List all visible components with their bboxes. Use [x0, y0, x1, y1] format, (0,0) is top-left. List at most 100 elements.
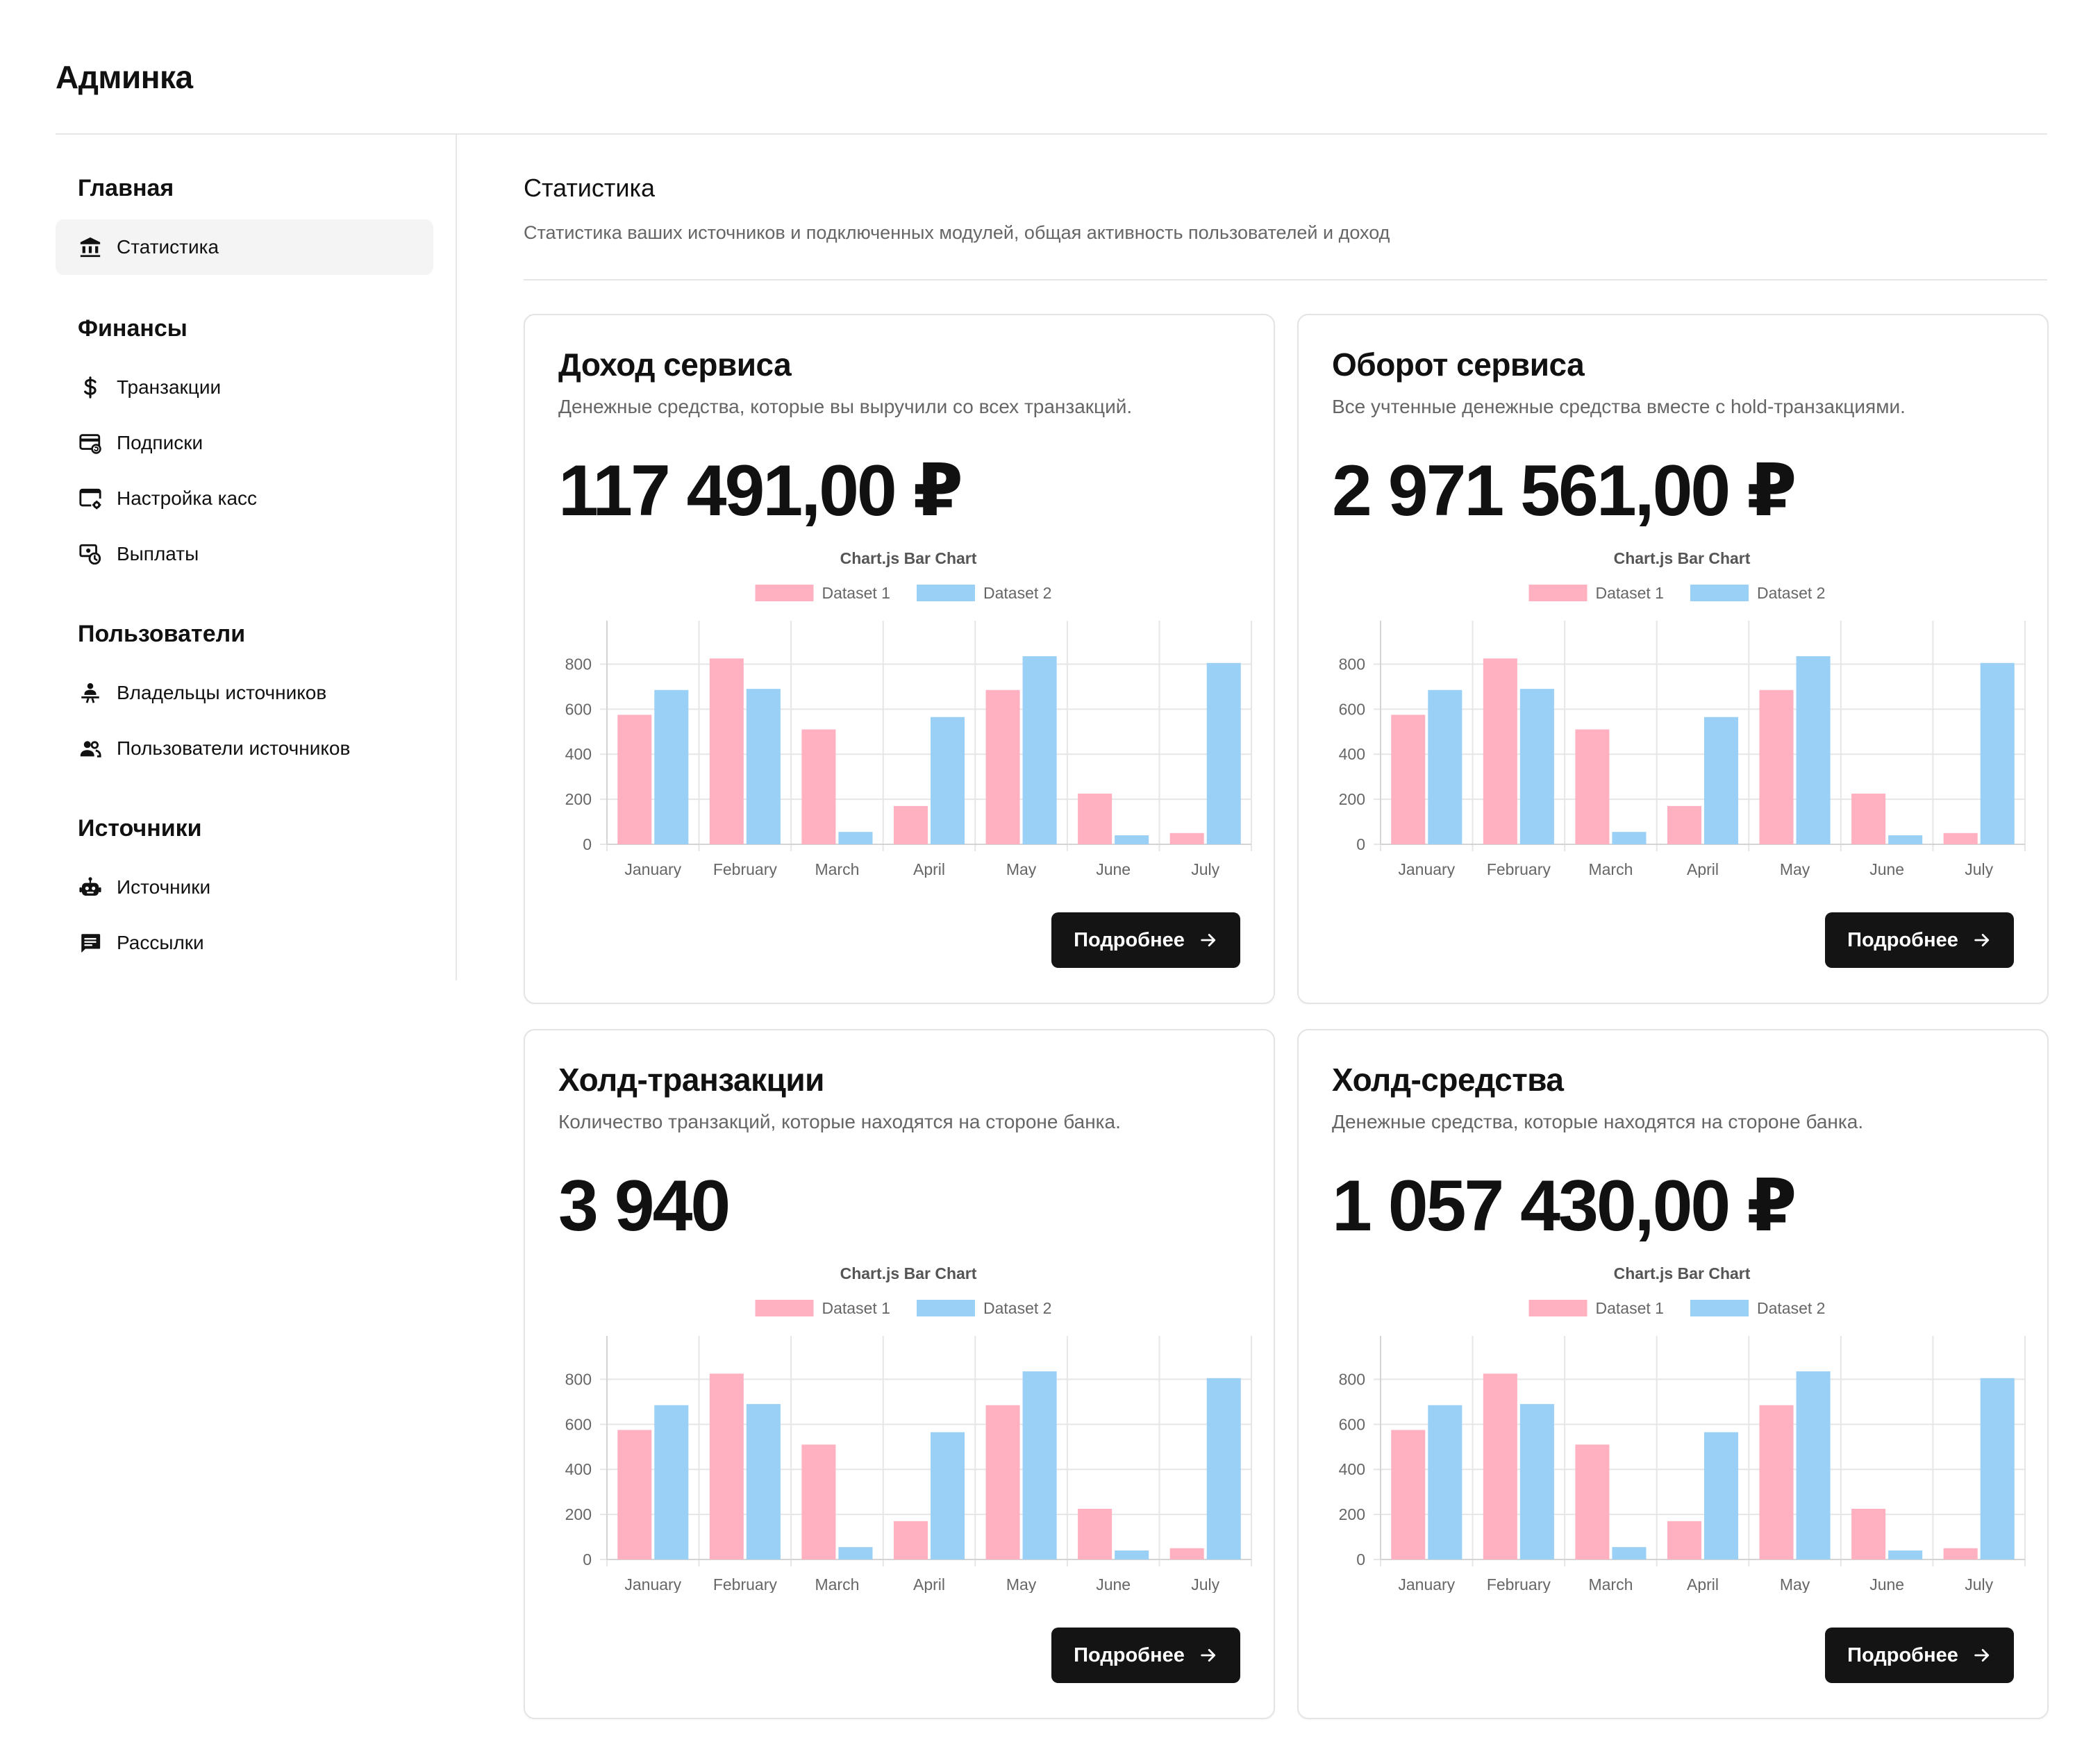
bar — [1115, 835, 1149, 844]
bar — [1206, 662, 1241, 844]
y-tick-label: 600 — [1339, 700, 1365, 718]
x-tick-label: April — [1687, 1575, 1719, 1593]
sidebar-item-source-users[interactable]: Пользователи источников — [56, 721, 433, 776]
legend-swatch — [917, 1300, 975, 1316]
x-tick-label: April — [913, 860, 945, 878]
card-value: 1 057 430,00 ₽ — [1332, 1166, 1797, 1246]
bar — [1115, 1550, 1149, 1559]
y-tick-label: 400 — [565, 1460, 592, 1478]
bar — [1428, 689, 1462, 844]
app-title: Админка — [56, 59, 193, 95]
bar-chart: Chart.js Bar Chart Dataset 1 Dataset 2 0 200… — [1339, 1264, 2026, 1593]
x-tick-label: May — [1006, 860, 1037, 878]
sidebar-item-label: Пользователи источников — [117, 737, 351, 759]
y-tick-label: 800 — [565, 655, 592, 673]
x-tick-label: May — [1006, 1575, 1037, 1593]
legend-label: Dataset 2 — [1757, 1299, 1825, 1317]
legend-label: Dataset 2 — [983, 1299, 1051, 1317]
bar-chart: Chart.js Bar Chart Dataset 1 Dataset 2 0 200… — [565, 549, 1252, 878]
sidebar-item-label: Настройка касс — [117, 487, 258, 509]
bar — [801, 729, 836, 844]
x-tick-label: January — [1398, 1575, 1455, 1593]
sidebar-item-transactions[interactable]: Транзакции — [56, 360, 433, 415]
y-tick-label: 800 — [1339, 1370, 1365, 1388]
bar — [1943, 1548, 1978, 1559]
bar — [746, 689, 781, 844]
y-tick-label: 0 — [583, 835, 592, 853]
details-button-label: Подробнее — [1074, 1643, 1185, 1666]
legend-swatch — [1528, 585, 1588, 601]
bar — [1704, 717, 1739, 844]
robot-icon — [78, 875, 103, 900]
legend-swatch — [755, 585, 814, 601]
card-value: 2 971 561,00 ₽ — [1332, 451, 1797, 531]
bar — [838, 1547, 873, 1559]
sidebar-item-label: Статистика — [117, 236, 219, 258]
sidebar-item-sources[interactable]: Источники — [56, 860, 433, 915]
card-description: Денежные средства, которые находятся на … — [1332, 1111, 1864, 1132]
x-tick-label: March — [1588, 860, 1633, 878]
sidebar-item-statistics[interactable]: Статистика — [56, 219, 433, 275]
bar-chart: Chart.js Bar Chart Dataset 1 Dataset 2 0 200… — [565, 1264, 1252, 1593]
y-tick-label: 200 — [565, 790, 592, 808]
sidebar-section-title-users: Пользователи — [78, 621, 246, 647]
stat-card-hold-funds: Холд-средства Денежные средства, которые… — [1297, 1029, 2049, 1719]
details-button[interactable]: Подробнее — [1825, 1628, 2014, 1683]
x-tick-label: July — [1965, 860, 1993, 878]
chart-title: Chart.js Bar Chart — [1614, 549, 1751, 567]
bar — [1206, 1378, 1241, 1559]
card-title: Холд-средства — [1332, 1062, 1564, 1098]
arrow-right-icon — [1972, 930, 1992, 950]
legend-swatch — [755, 1300, 814, 1316]
bar — [1888, 1550, 1923, 1559]
details-button[interactable]: Подробнее — [1051, 1628, 1240, 1683]
sidebar-item-subscriptions[interactable]: Подписки — [56, 415, 433, 471]
details-button[interactable]: Подробнее — [1825, 912, 2014, 968]
y-tick-label: 400 — [1339, 1460, 1365, 1478]
legend-label: Dataset 1 — [1596, 1299, 1664, 1317]
sidebar-section-title-sources: Источники — [78, 815, 202, 842]
bar — [931, 717, 965, 844]
y-tick-label: 400 — [1339, 745, 1365, 763]
bar — [1704, 1432, 1739, 1559]
bar — [1796, 1371, 1831, 1559]
x-tick-label: February — [1487, 860, 1551, 878]
bar — [893, 805, 928, 844]
y-tick-label: 0 — [583, 1550, 592, 1568]
x-tick-label: May — [1780, 860, 1810, 878]
arrow-right-icon — [1199, 930, 1218, 950]
x-tick-label: April — [913, 1575, 945, 1593]
bar — [801, 1444, 836, 1559]
bar — [654, 1405, 689, 1559]
x-tick-label: July — [1191, 1575, 1219, 1593]
bar — [617, 714, 652, 844]
header-divider — [56, 133, 2047, 135]
bar — [1759, 689, 1794, 844]
chart-title: Chart.js Bar Chart — [840, 549, 977, 567]
page-divider — [524, 279, 2047, 281]
sidebar-item-source-owners[interactable]: Владельцы источников — [56, 665, 433, 721]
legend-label: Dataset 1 — [822, 1299, 890, 1317]
bar — [1519, 1404, 1554, 1559]
sidebar-item-mailings[interactable]: Рассылки — [56, 915, 433, 971]
legend-swatch — [1528, 1300, 1588, 1316]
bar — [1483, 1373, 1517, 1559]
x-tick-label: January — [624, 1575, 681, 1593]
chart-title: Chart.js Bar Chart — [840, 1264, 977, 1282]
bar — [838, 832, 873, 844]
y-tick-label: 600 — [565, 1415, 592, 1433]
bar — [1078, 794, 1112, 844]
dollar-icon — [78, 375, 103, 400]
sidebar-section-title-finance: Финансы — [78, 315, 188, 342]
bar — [1428, 1405, 1462, 1559]
legend-swatch — [1690, 1300, 1749, 1316]
bar — [931, 1432, 965, 1559]
arrow-right-icon — [1972, 1646, 1992, 1665]
sidebar-item-cashbox-settings[interactable]: Настройка касс — [56, 471, 433, 526]
x-tick-label: March — [815, 860, 859, 878]
y-tick-label: 200 — [565, 1505, 592, 1523]
bar — [893, 1521, 928, 1559]
sidebar-item-payouts[interactable]: Выплаты — [56, 526, 433, 582]
x-tick-label: July — [1965, 1575, 1993, 1593]
details-button[interactable]: Подробнее — [1051, 912, 1240, 968]
